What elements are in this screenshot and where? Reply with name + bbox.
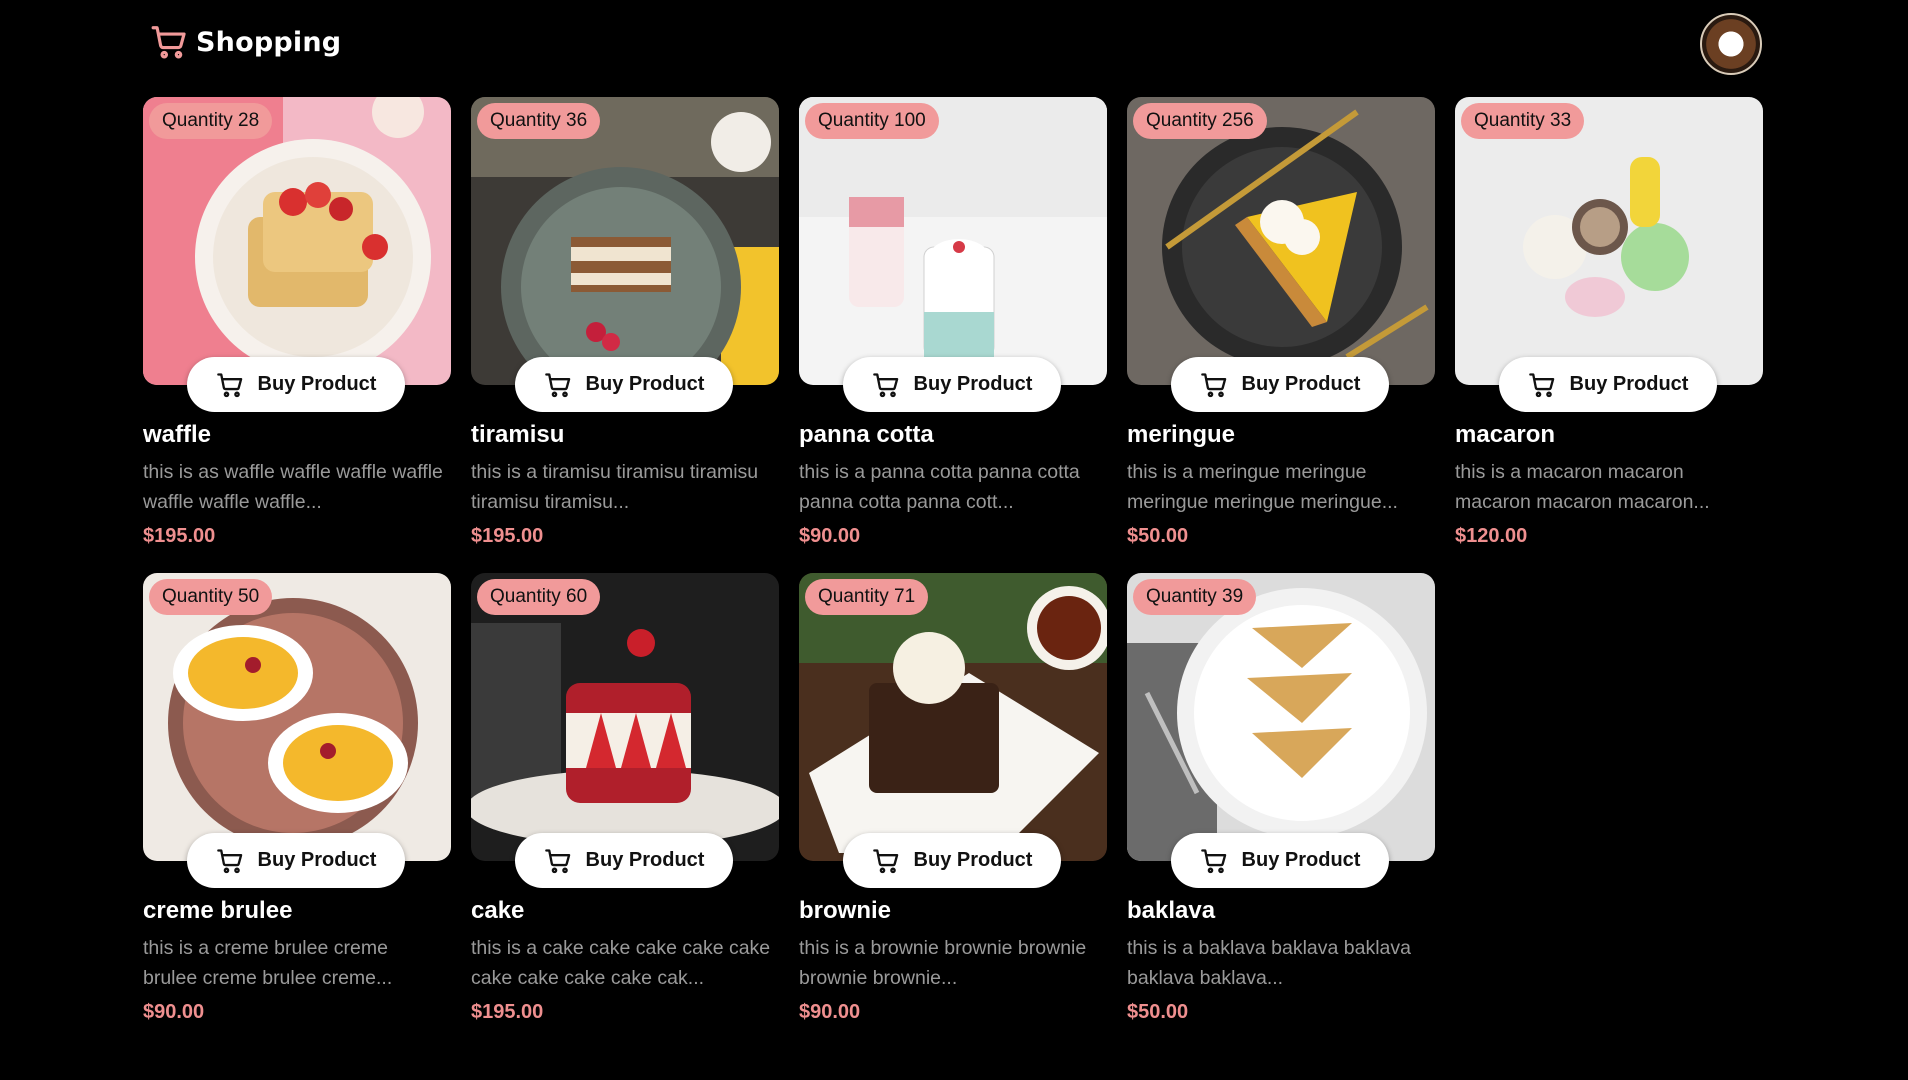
- product-grid: Quantity 28 Buy Product waffle this is a…: [143, 97, 1763, 1049]
- buy-product-label: Buy Product: [257, 849, 377, 871]
- product-description: this is a meringue meringue meringue mer…: [1127, 461, 1398, 513]
- baklava-photo[interactable]: Quantity 39: [1127, 573, 1435, 861]
- product-name: meringue: [1127, 421, 1236, 448]
- quantity-badge: Quantity 100: [805, 103, 939, 139]
- tiramisu-photo[interactable]: Quantity 36: [471, 97, 779, 385]
- quantity-badge: Quantity 28: [149, 103, 273, 139]
- product-description: this is a baklava baklava baklava baklav…: [1127, 937, 1411, 989]
- quantity-badge: Quantity 60: [477, 579, 601, 615]
- product-card: Quantity 100 Buy Product panna cotta thi…: [799, 97, 1107, 573]
- user-avatar[interactable]: [1700, 13, 1762, 75]
- product-name: macaron: [1455, 421, 1556, 448]
- cart-icon: [1528, 372, 1554, 397]
- product-description: this is a tiramisu tiramisu tiramisu tir…: [471, 461, 759, 513]
- buy-product-label: Buy Product: [585, 849, 705, 871]
- product-name: panna cotta: [799, 421, 934, 448]
- cart-icon: [544, 372, 570, 397]
- cart-icon: [872, 848, 898, 873]
- buy-product-button[interactable]: Buy Product: [1171, 833, 1389, 888]
- product-price: $120.00: [1455, 525, 1528, 547]
- product-card: Quantity 39 Buy Product baklava this is …: [1127, 573, 1435, 1049]
- buy-product-button[interactable]: Buy Product: [843, 357, 1061, 412]
- product-name: brownie: [799, 897, 892, 924]
- panna-cotta-photo[interactable]: Quantity 100: [799, 97, 1107, 385]
- product-description: this is a creme brulee creme brulee crem…: [143, 937, 393, 989]
- cake-photo[interactable]: Quantity 60: [471, 573, 779, 861]
- product-description: this is as waffle waffle waffle waffle w…: [143, 461, 443, 513]
- product-card: Quantity 28 Buy Product waffle this is a…: [143, 97, 451, 573]
- buy-product-button[interactable]: Buy Product: [187, 357, 405, 412]
- buy-product-label: Buy Product: [913, 373, 1033, 395]
- product-name: waffle: [143, 421, 212, 448]
- quantity-badge: Quantity 33: [1461, 103, 1585, 139]
- product-card: Quantity 256 Buy Product meringue this i…: [1127, 97, 1435, 573]
- macaron-photo[interactable]: Quantity 33: [1455, 97, 1763, 385]
- quantity-badge: Quantity 50: [149, 579, 273, 615]
- buy-product-button[interactable]: Buy Product: [187, 833, 405, 888]
- product-price: $195.00: [143, 525, 216, 547]
- product-card: Quantity 50 Buy Product creme brulee thi…: [143, 573, 451, 1049]
- cart-icon: [1200, 372, 1226, 397]
- buy-product-label: Buy Product: [1569, 373, 1689, 395]
- brownie-photo[interactable]: Quantity 71: [799, 573, 1107, 861]
- product-card: Quantity 36 Buy Product tiramisu this is…: [471, 97, 779, 573]
- cart-icon: [216, 372, 242, 397]
- buy-product-button[interactable]: Buy Product: [1499, 357, 1717, 412]
- buy-product-button[interactable]: Buy Product: [843, 833, 1061, 888]
- product-description: this is a brownie brownie brownie browni…: [799, 937, 1087, 989]
- buy-product-button[interactable]: Buy Product: [515, 833, 733, 888]
- cart-icon: [216, 848, 242, 873]
- quantity-badge: Quantity 256: [1133, 103, 1267, 139]
- cart-icon: [872, 372, 898, 397]
- buy-product-button[interactable]: Buy Product: [515, 357, 733, 412]
- cart-icon: [1200, 848, 1226, 873]
- product-description: this is a macaron macaron macaron macaro…: [1455, 461, 1710, 513]
- product-price: $90.00: [799, 525, 861, 547]
- product-price: $195.00: [471, 525, 544, 547]
- product-name: cake: [471, 897, 525, 924]
- product-price: $50.00: [1127, 525, 1189, 547]
- buy-product-label: Buy Product: [913, 849, 1033, 871]
- quantity-badge: Quantity 71: [805, 579, 929, 615]
- quantity-badge: Quantity 39: [1133, 579, 1257, 615]
- shopping-cart-icon: [150, 23, 188, 61]
- buy-product-button[interactable]: Buy Product: [1171, 357, 1389, 412]
- product-name: creme brulee: [143, 897, 293, 924]
- product-name: tiramisu: [471, 421, 565, 448]
- product-card: Quantity 71 Buy Product brownie this is …: [799, 573, 1107, 1049]
- quantity-badge: Quantity 36: [477, 103, 601, 139]
- buy-product-label: Buy Product: [1241, 373, 1361, 395]
- waffle-photo[interactable]: Quantity 28: [143, 97, 451, 385]
- product-card: Quantity 33 Buy Product macaron this is …: [1455, 97, 1763, 573]
- creme-brulee-photo[interactable]: Quantity 50: [143, 573, 451, 861]
- product-description: this is a panna cotta panna cotta panna …: [799, 461, 1080, 513]
- cart-icon: [544, 848, 570, 873]
- product-price: $195.00: [471, 1001, 544, 1023]
- buy-product-label: Buy Product: [585, 373, 705, 395]
- product-price: $50.00: [1127, 1001, 1189, 1023]
- buy-product-label: Buy Product: [1241, 849, 1361, 871]
- product-price: $90.00: [143, 1001, 205, 1023]
- app-header: Shopping: [150, 20, 341, 64]
- product-card: Quantity 60 Buy Product cake this is a c…: [471, 573, 779, 1049]
- product-price: $90.00: [799, 1001, 861, 1023]
- buy-product-label: Buy Product: [257, 373, 377, 395]
- product-name: baklava: [1127, 897, 1216, 924]
- product-description: this is a cake cake cake cake cake cake …: [471, 937, 771, 989]
- app-title: Shopping: [196, 26, 342, 58]
- meringue-photo[interactable]: Quantity 256: [1127, 97, 1435, 385]
